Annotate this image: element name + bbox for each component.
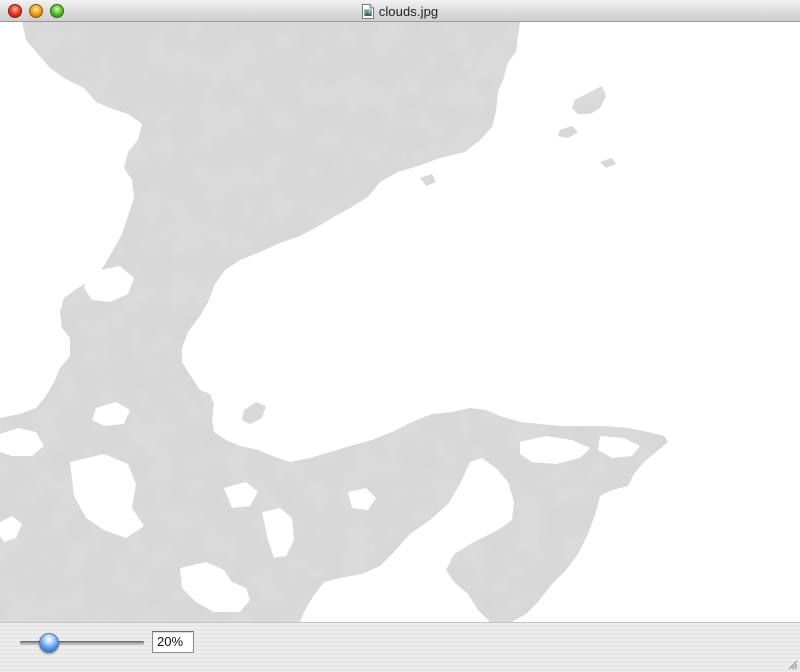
image-canvas[interactable]: [0, 22, 800, 622]
window-title: clouds.jpg: [378, 3, 439, 19]
window-title-group: clouds.jpg: [0, 0, 800, 22]
cloud-image: [0, 22, 668, 622]
jpeg-document-icon[interactable]: [361, 3, 374, 19]
bottom-toolbar: 20%: [0, 622, 800, 672]
resize-grip-icon[interactable]: [786, 658, 798, 670]
preview-window: clouds.jpg 20%: [0, 0, 800, 672]
title-bar[interactable]: clouds.jpg: [0, 0, 800, 22]
zoom-percentage-field[interactable]: 20%: [152, 631, 194, 653]
cloud-shapes: [0, 22, 668, 622]
zoom-slider-knob[interactable]: [39, 633, 59, 653]
